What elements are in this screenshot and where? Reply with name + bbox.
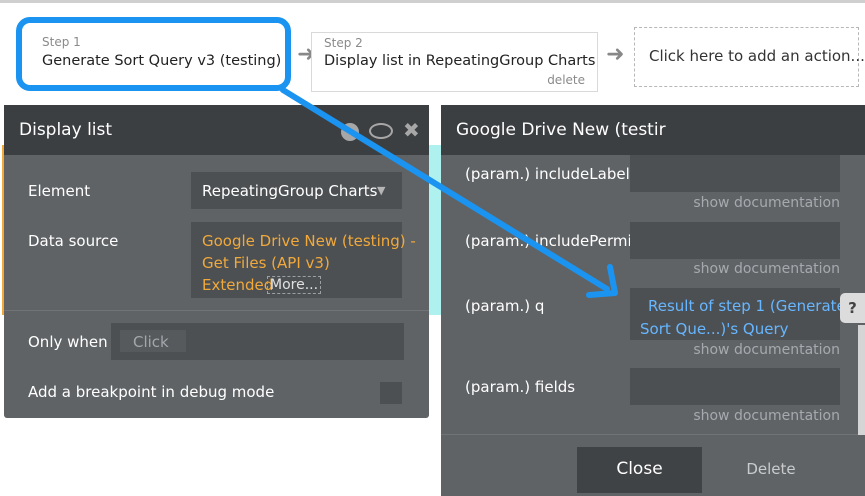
breakpoint-label: Add a breakpoint in debug mode xyxy=(28,383,275,401)
param-input-includepermi[interactable] xyxy=(630,222,840,259)
close-button-label: Close xyxy=(616,459,663,479)
show-documentation-link[interactable]: show documentation xyxy=(693,261,840,277)
workflow-step-1[interactable]: Step 1 Generate Sort Query v3 (testing) xyxy=(16,17,291,91)
only-when-placeholder: Click xyxy=(133,333,169,351)
data-source-field[interactable]: Google Drive New (testing) - Get Files (… xyxy=(191,222,416,298)
divider xyxy=(4,310,429,311)
panel-title: Google Drive New (testir xyxy=(456,120,666,140)
display-list-panel: Display list ✖ Element RepeatingGroup Ch… xyxy=(4,105,429,418)
param-label-includelabel: (param.) includeLabel xyxy=(465,165,630,183)
param-label-fields: (param.) fields xyxy=(465,378,576,396)
top-border xyxy=(0,0,865,3)
param-input-q[interactable]: Result of step 1 (Generate Sort Que...)'… xyxy=(630,288,846,340)
close-icon[interactable]: ✖ xyxy=(403,118,420,142)
more-link[interactable]: More... xyxy=(267,276,322,294)
param-label-q: (param.) q xyxy=(465,297,545,315)
step-2-title: Display list in RepeatingGroup Charts xyxy=(324,53,596,69)
step-1-number: Step 1 xyxy=(42,35,81,49)
data-source-line-3: Extended xyxy=(202,276,274,294)
panel-header: Google Drive New (testir xyxy=(441,105,865,155)
param-input-fields[interactable] xyxy=(630,368,840,405)
workflow-step-2[interactable]: Step 2 Display list in RepeatingGroup Ch… xyxy=(311,32,598,92)
param-label-includepermi: (param.) includePermi xyxy=(465,232,632,250)
show-documentation-link[interactable]: show documentation xyxy=(693,195,840,211)
param-q-value-line-1: Result of step 1 (Generate xyxy=(648,297,846,315)
delete-button[interactable]: Delete xyxy=(721,447,821,493)
breakpoint-checkbox[interactable] xyxy=(380,382,402,404)
chevron-down-icon: ▼ xyxy=(377,184,386,197)
circle-icon[interactable] xyxy=(341,123,359,141)
step-2-number: Step 2 xyxy=(324,36,363,50)
show-documentation-link[interactable]: show documentation xyxy=(693,408,840,424)
param-q-value-line-2: Sort Que...)'s Query xyxy=(640,320,789,338)
panel-header: Display list ✖ xyxy=(4,105,429,155)
element-value: RepeatingGroup Charts xyxy=(202,182,378,200)
delete-button-label: Delete xyxy=(746,460,796,478)
background-strip xyxy=(428,145,442,315)
data-source-line-1: Google Drive New (testing) - xyxy=(202,232,416,250)
panel-title: Display list xyxy=(19,120,113,140)
add-action-label: Click here to add an action... xyxy=(649,47,865,65)
google-drive-panel: Google Drive New (testir (param.) includ… xyxy=(441,105,865,496)
help-icon[interactable]: ? xyxy=(840,293,865,323)
step-2-delete-link[interactable]: delete xyxy=(547,73,585,87)
divider xyxy=(441,434,865,435)
add-action-button[interactable]: Click here to add an action... xyxy=(634,27,865,87)
element-label: Element xyxy=(28,182,91,200)
show-documentation-link[interactable]: show documentation xyxy=(693,342,840,358)
scrollbar[interactable] xyxy=(858,325,865,435)
arrow-right-icon: ➜ xyxy=(606,42,625,67)
comment-icon[interactable] xyxy=(369,123,393,139)
data-source-line-2: Get Files (API v3) xyxy=(202,254,330,272)
param-input-includelabel[interactable] xyxy=(630,155,840,192)
only-when-label: Only when xyxy=(28,333,108,351)
step-1-title: Generate Sort Query v3 (testing) xyxy=(42,53,282,69)
only-when-field[interactable]: Click xyxy=(111,323,404,360)
element-dropdown[interactable]: RepeatingGroup Charts ▼ xyxy=(191,172,402,209)
close-button[interactable]: Close xyxy=(577,447,702,493)
data-source-label: Data source xyxy=(28,232,119,250)
